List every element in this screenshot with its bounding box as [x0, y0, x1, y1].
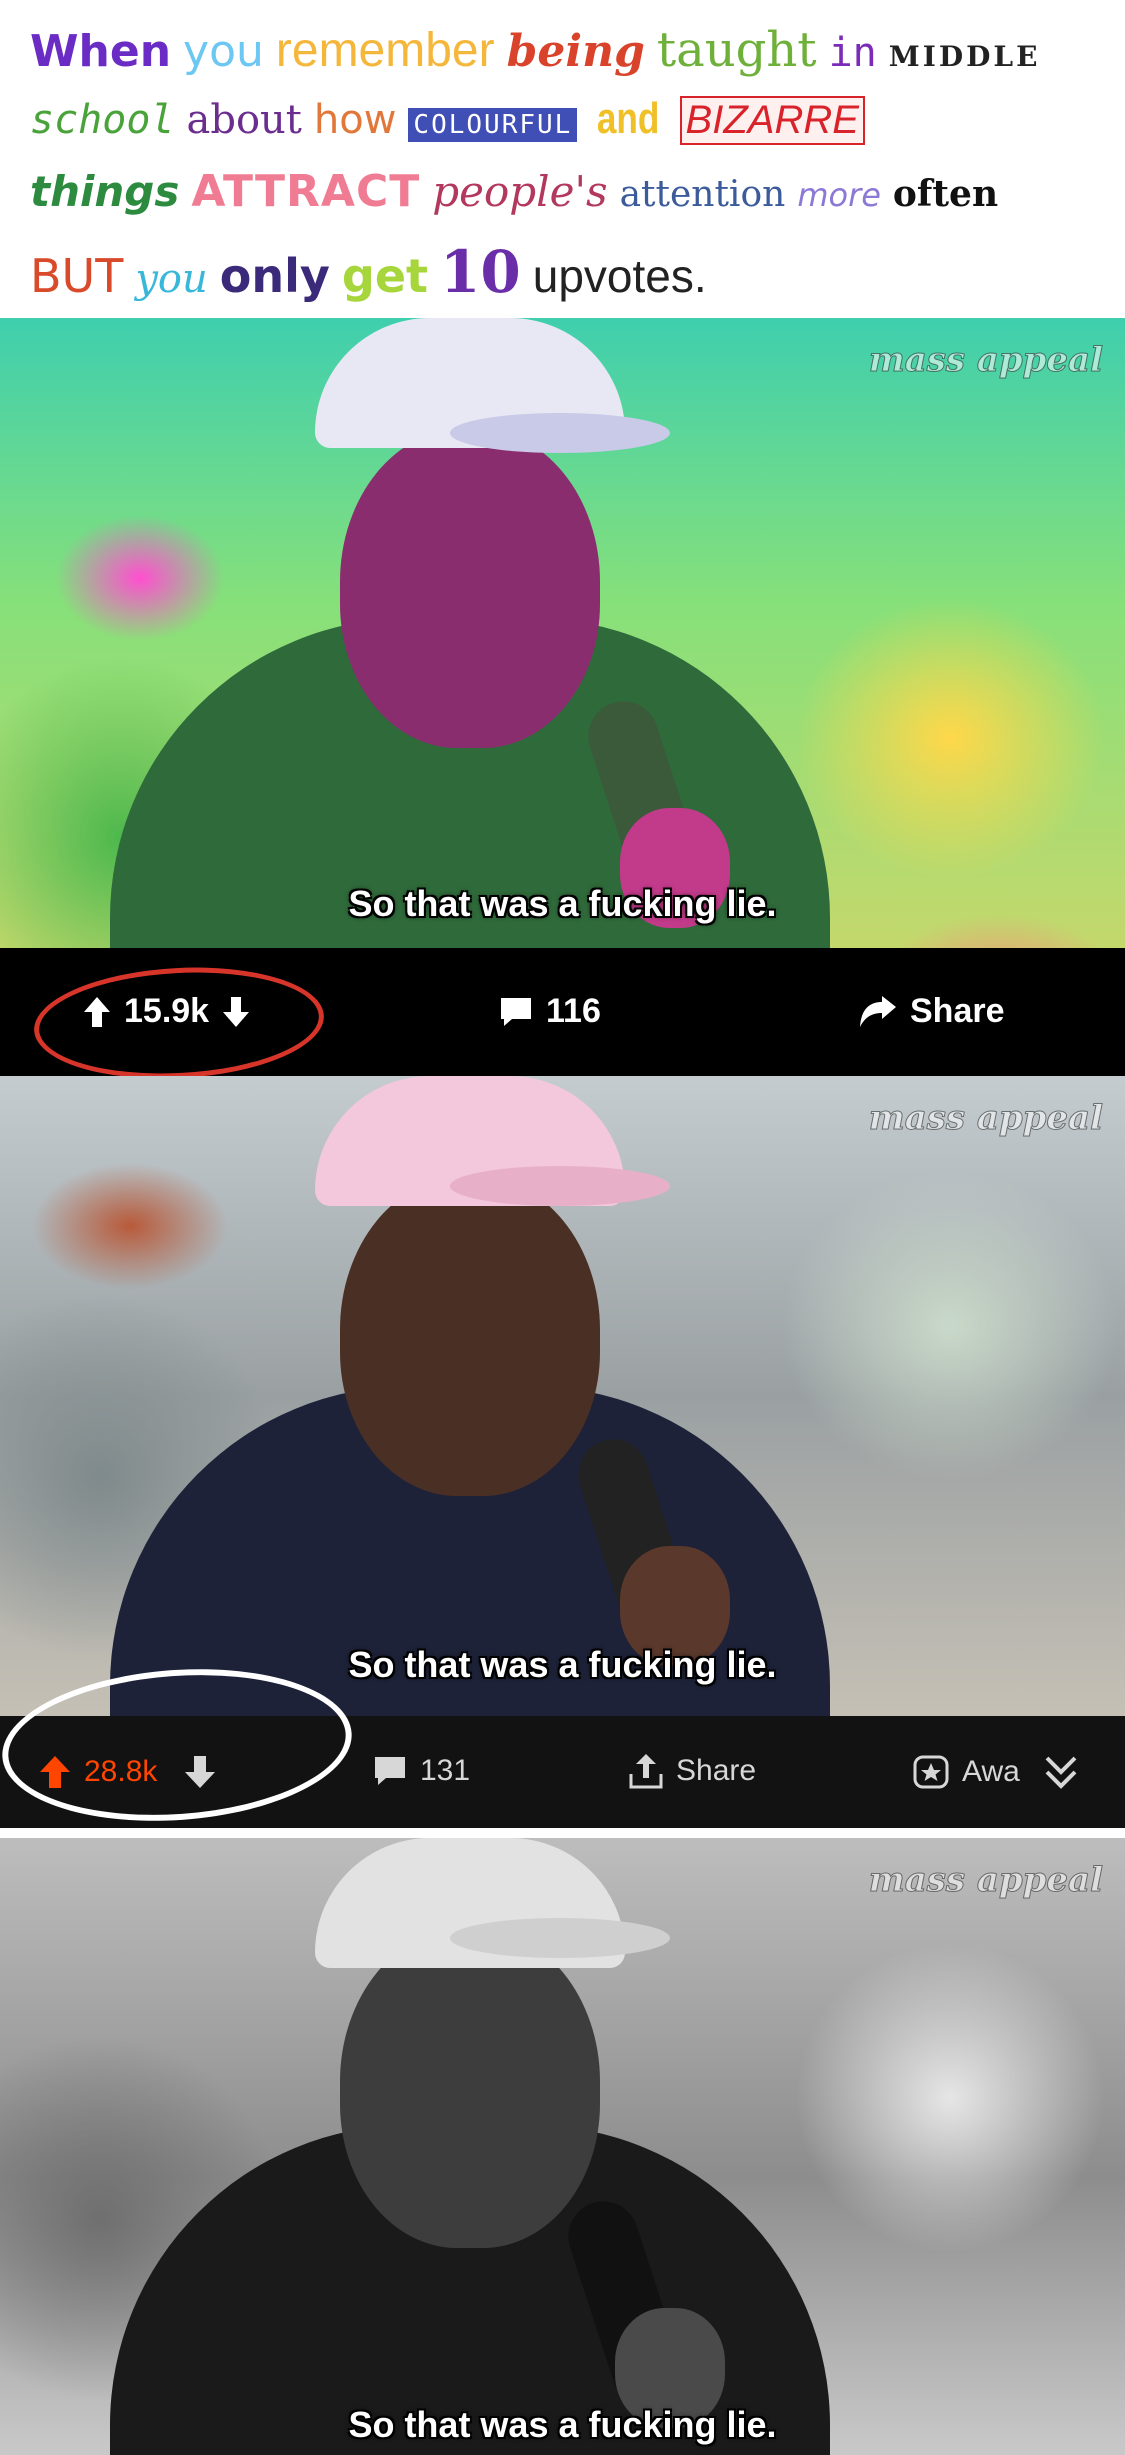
- caption-line-3: things ATTRACT people's attention more o…: [30, 166, 1095, 238]
- watermark-logo: mass appeal: [868, 1860, 1103, 1900]
- speaker-head: [340, 1176, 600, 1496]
- watermark-logo: mass appeal: [868, 1098, 1103, 1138]
- caption-word: you: [135, 256, 208, 302]
- comment-icon: [498, 995, 534, 1029]
- frame-separator: [0, 1828, 1125, 1838]
- caption-word: BUT: [30, 249, 124, 303]
- caption-word: in: [828, 30, 877, 76]
- caption-word: people's: [432, 167, 608, 216]
- caption-word: being: [506, 26, 645, 77]
- video-frame-saturated: mass appeal So that was a fucking lie.: [0, 318, 1125, 948]
- chevrons-down-icon: [1042, 1752, 1080, 1792]
- award-label: Awa: [962, 1755, 1020, 1788]
- subtitle-text: So that was a fucking lie.: [348, 2404, 777, 2445]
- share-arrow-icon: [858, 995, 898, 1029]
- caption-word: BIZARRE: [679, 96, 865, 145]
- speaker-head: [340, 1928, 600, 2248]
- caption-word: more: [797, 176, 881, 214]
- caption-line-2: school about how COLOURFUL and BIZARRE: [30, 94, 1095, 166]
- caption-word: you: [183, 26, 264, 77]
- upvote-count: 28.8k: [84, 1755, 158, 1788]
- caption-word: only: [219, 249, 330, 303]
- speaker-cap-brim: [450, 1918, 670, 1958]
- vote-group: 15.9k: [82, 992, 251, 1031]
- caption-word: about: [186, 97, 302, 143]
- caption-word: upvotes.: [532, 250, 707, 302]
- subtitle-text: So that was a fucking lie.: [348, 883, 777, 924]
- upvote-arrow-icon[interactable]: [38, 1754, 72, 1790]
- caption-word: often: [892, 173, 999, 215]
- caption-word: MIDDLE: [888, 40, 1041, 73]
- caption-word: things: [30, 167, 180, 216]
- more-options-button[interactable]: [1042, 1752, 1080, 1792]
- subtitle-text: So that was a fucking lie.: [348, 1644, 777, 1685]
- speaker-cap-brim: [450, 413, 670, 453]
- speaker-figure: [110, 1076, 830, 1716]
- share-label: Share: [910, 992, 1005, 1030]
- caption-word: get: [341, 249, 429, 303]
- caption-word: When: [30, 26, 172, 77]
- reddit-action-bar-new: 28.8k 131 Share Awa: [0, 1657, 1125, 1833]
- caption-word: ATTRACT: [191, 166, 421, 217]
- speaker-figure: [110, 318, 830, 948]
- comments-button[interactable]: 116: [498, 992, 601, 1031]
- caption-word: COLOURFUL: [408, 108, 578, 142]
- share-label: Share: [676, 1754, 757, 1787]
- award-button[interactable]: Awa: [912, 1754, 1020, 1790]
- reddit-action-bar-old: 15.9k 116 Share: [0, 948, 1125, 1086]
- speaker-figure: [110, 1838, 830, 2455]
- award-icon: [912, 1754, 950, 1790]
- comment-icon: [372, 1754, 408, 1788]
- comment-count: 131: [420, 1754, 471, 1787]
- upvote-arrow-icon[interactable]: [82, 995, 112, 1029]
- caption-word: how: [313, 97, 397, 143]
- meme-caption: When you remember being taught in MIDDLE…: [0, 0, 1125, 318]
- share-upload-icon: [628, 1752, 664, 1790]
- video-frame-grayscale: mass appeal So that was a fucking lie.: [0, 1838, 1125, 2455]
- caption-word: 10: [440, 238, 521, 306]
- share-button[interactable]: Share: [628, 1752, 756, 1790]
- video-frame-normal: mass appeal So that was a fucking lie.: [0, 1076, 1125, 1716]
- caption-line-4: BUT you only get 10 upvotes.: [30, 238, 1095, 310]
- upvote-count: 15.9k: [124, 992, 210, 1030]
- downvote-arrow-icon[interactable]: [221, 995, 251, 1029]
- comments-button[interactable]: 131: [372, 1754, 470, 1788]
- speaker-head: [340, 428, 600, 748]
- caption-word: attention: [619, 174, 786, 215]
- downvote-arrow-icon[interactable]: [183, 1754, 217, 1790]
- caption-word: and: [597, 94, 660, 143]
- caption-word: taught: [656, 22, 817, 78]
- caption-word: school: [30, 97, 175, 143]
- caption-line-1: When you remember being taught in MIDDLE: [30, 22, 1095, 94]
- watermark-logo: mass appeal: [868, 340, 1103, 380]
- vote-group: 28.8k: [38, 1754, 217, 1790]
- share-button[interactable]: Share: [858, 992, 1005, 1031]
- comment-count: 116: [546, 992, 601, 1030]
- speaker-cap-brim: [450, 1166, 670, 1206]
- caption-word: remember: [275, 24, 495, 77]
